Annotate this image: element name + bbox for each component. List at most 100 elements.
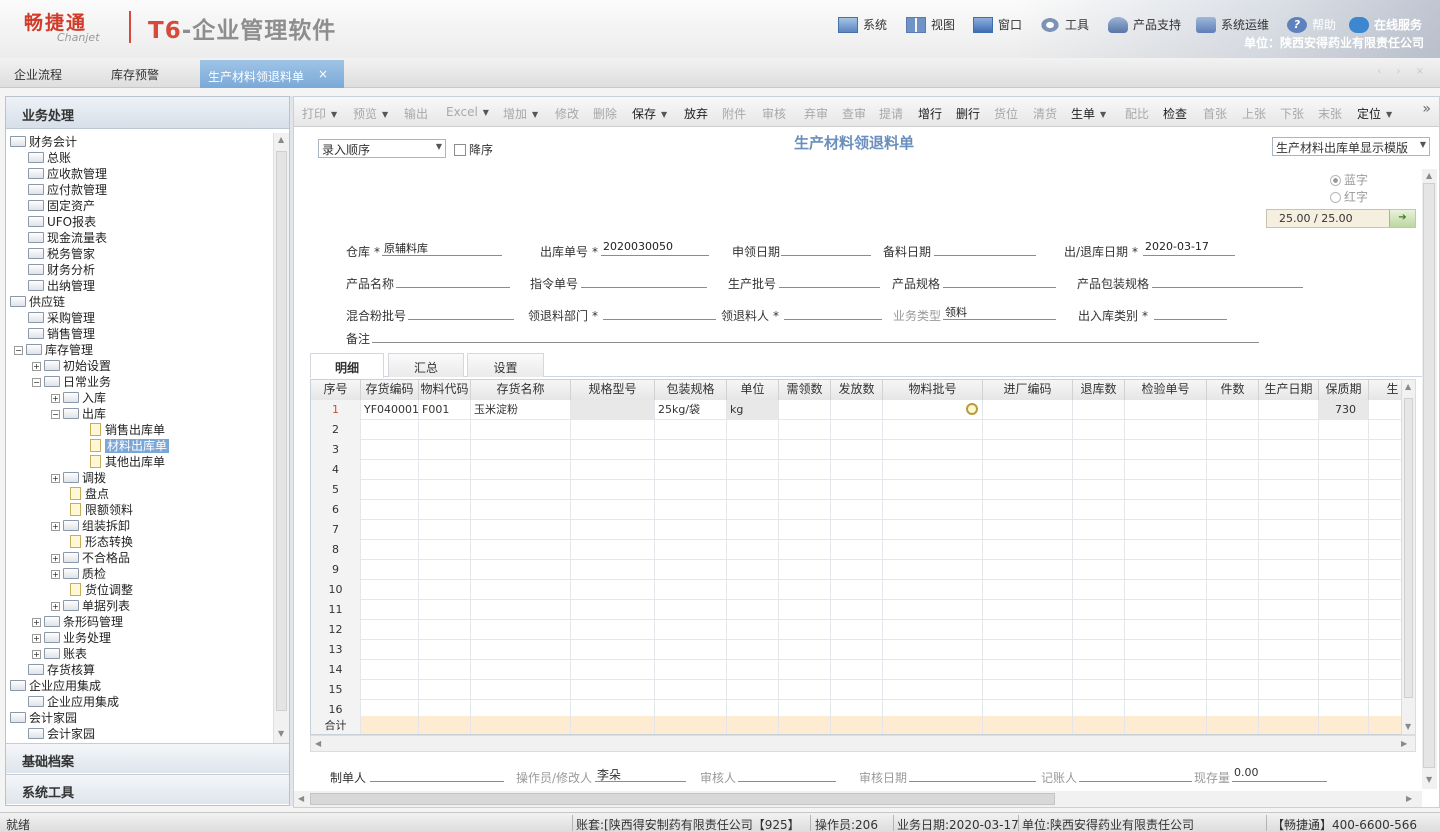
grid-cell[interactable] xyxy=(983,480,1073,500)
tree-biz-processing[interactable]: + 业务处理 xyxy=(32,630,111,646)
menu-support[interactable]: 产品支持 xyxy=(1108,16,1181,33)
grid-cell[interactable] xyxy=(1259,460,1319,480)
grid-cell[interactable]: 730 xyxy=(1319,400,1369,420)
grid-cell[interactable] xyxy=(779,660,831,680)
grid-header-cell[interactable]: 存货名称 xyxy=(471,380,571,400)
grid-cell[interactable] xyxy=(361,680,419,700)
grid-header-cell[interactable]: 发放数 xyxy=(831,380,883,400)
dropdown-arrow-icon[interactable]: ▼ xyxy=(382,110,388,119)
grid-cell[interactable] xyxy=(1319,540,1369,560)
order-select[interactable]: 录入顺序 ▼ xyxy=(318,139,446,158)
grid-cell[interactable] xyxy=(983,460,1073,480)
tab-detail[interactable]: 明细 xyxy=(310,353,384,378)
grid-cell[interactable] xyxy=(1073,500,1125,520)
grid-cell[interactable] xyxy=(571,480,655,500)
grid-cell[interactable] xyxy=(831,660,883,680)
close-tab-icon[interactable]: × xyxy=(318,67,328,81)
grid-cell[interactable] xyxy=(727,480,779,500)
collapse-icon[interactable]: − xyxy=(32,378,41,387)
toolbar-button-13[interactable]: 提请 xyxy=(879,105,903,122)
dropdown-arrow-icon[interactable]: ▼ xyxy=(532,110,538,119)
spec-field[interactable] xyxy=(943,272,1056,288)
grid-cell[interactable] xyxy=(1125,540,1207,560)
tree-inventory[interactable]: − 库存管理 xyxy=(14,342,93,358)
grid-cell[interactable] xyxy=(1073,560,1125,580)
grid-cell[interactable] xyxy=(471,500,571,520)
expand-icon[interactable]: + xyxy=(32,618,41,627)
grid-cell[interactable] xyxy=(1259,540,1319,560)
bookkeeper-field[interactable] xyxy=(1079,766,1192,782)
stock-field[interactable]: 0.00 xyxy=(1232,766,1327,782)
expand-icon[interactable]: + xyxy=(32,634,41,643)
descending-checkbox[interactable]: 降序 xyxy=(454,141,493,158)
grid-cell[interactable] xyxy=(1259,640,1319,660)
grid-cell[interactable] xyxy=(361,420,419,440)
grid-cell[interactable] xyxy=(655,440,727,460)
grid-cell[interactable] xyxy=(1073,480,1125,500)
grid-cell[interactable] xyxy=(471,620,571,640)
maker-field[interactable] xyxy=(370,766,504,782)
template-select[interactable]: 生产材料出库单显示模版 ▼ xyxy=(1272,137,1430,156)
grid-cell[interactable] xyxy=(779,680,831,700)
grid-cell[interactable] xyxy=(779,620,831,640)
grid-cell[interactable] xyxy=(471,680,571,700)
prep-date-field[interactable] xyxy=(934,240,1036,256)
toolbar-button-23[interactable]: 下张 xyxy=(1280,105,1304,122)
menu-online-service[interactable]: 在线服务 xyxy=(1349,16,1422,33)
grid-cell[interactable] xyxy=(779,440,831,460)
grid-cell[interactable] xyxy=(1259,420,1319,440)
grid-cell[interactable] xyxy=(361,480,419,500)
grid-cell[interactable] xyxy=(727,620,779,640)
grid-cell[interactable] xyxy=(983,420,1073,440)
grid-cell[interactable] xyxy=(983,600,1073,620)
grid-header-cell[interactable]: 包装规格 xyxy=(655,380,727,400)
grid-cell[interactable] xyxy=(1125,440,1207,460)
toolbar-button-17[interactable]: 清货 xyxy=(1033,105,1057,122)
menu-system[interactable]: 系统 xyxy=(838,16,887,33)
grid-header-cell[interactable]: 保质期 xyxy=(1319,380,1369,400)
expand-icon[interactable]: + xyxy=(51,522,60,531)
grid-cell[interactable] xyxy=(831,460,883,480)
grid-cell[interactable] xyxy=(1259,620,1319,640)
grid-cell[interactable] xyxy=(1073,420,1125,440)
grid-cell[interactable]: YF040001 xyxy=(361,400,419,420)
grid-cell[interactable] xyxy=(883,500,983,520)
grid-cell[interactable] xyxy=(1073,520,1125,540)
grid-cell[interactable] xyxy=(1125,640,1207,660)
grid-cell[interactable] xyxy=(1125,520,1207,540)
grid-cell[interactable] xyxy=(883,420,983,440)
tree-cost-accounting[interactable]: 存货核算 xyxy=(28,662,95,678)
tree-purchase[interactable]: 采购管理 xyxy=(28,310,95,326)
grid-cell[interactable] xyxy=(779,600,831,620)
grid-cell[interactable] xyxy=(655,640,727,660)
grid-cell[interactable] xyxy=(419,580,471,600)
grid-cell[interactable] xyxy=(471,420,571,440)
tree-sales-outbound[interactable]: 销售出库单 xyxy=(90,422,165,438)
tab-settings[interactable]: 设置 xyxy=(467,353,544,377)
grid-cell[interactable] xyxy=(1125,500,1207,520)
grid-cell[interactable] xyxy=(779,640,831,660)
grid-cell[interactable] xyxy=(571,500,655,520)
grid-cell[interactable] xyxy=(831,520,883,540)
grid-cell[interactable] xyxy=(1207,500,1259,520)
grid-cell[interactable] xyxy=(1319,680,1369,700)
dropdown-arrow-icon[interactable]: ▼ xyxy=(1386,110,1392,119)
tree-init-settings[interactable]: + 初始设置 xyxy=(32,358,111,374)
grid-cell[interactable] xyxy=(361,500,419,520)
grid-cell[interactable] xyxy=(1125,680,1207,700)
grid-cell[interactable] xyxy=(983,520,1073,540)
grid-cell[interactable] xyxy=(1259,580,1319,600)
grid-cell[interactable] xyxy=(361,460,419,480)
toolbar-button-2[interactable]: 输出 xyxy=(404,105,428,122)
person-field[interactable] xyxy=(784,304,882,320)
scroll-down-icon[interactable]: ▼ xyxy=(1405,722,1411,731)
grid-cell[interactable] xyxy=(779,520,831,540)
grid-cell[interactable] xyxy=(471,440,571,460)
product-name-field[interactable] xyxy=(396,272,510,288)
grid-cell[interactable] xyxy=(471,600,571,620)
scroll-thumb[interactable] xyxy=(1423,183,1435,768)
grid-cell[interactable] xyxy=(983,640,1073,660)
grid-cell[interactable] xyxy=(1319,660,1369,680)
grid-cell[interactable] xyxy=(727,600,779,620)
grid-cell[interactable] xyxy=(571,420,655,440)
